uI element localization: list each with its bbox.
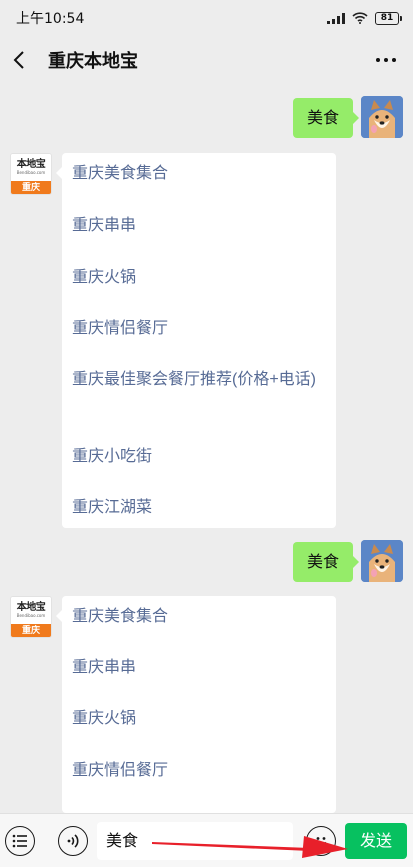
battery-icon: 81 — [375, 11, 402, 25]
send-button[interactable]: 发送 — [345, 823, 407, 859]
status-bar: 上午10:54 81 — [0, 0, 413, 36]
bot-avatar[interactable]: 本地宝 Bendibao.com 重庆 — [10, 596, 52, 638]
menu-link[interactable]: 重庆小吃街 — [72, 444, 152, 469]
user-message: 美食 — [292, 96, 403, 138]
page-title: 重庆本地宝 — [48, 51, 138, 71]
user-avatar[interactable] — [361, 540, 403, 582]
status-icons: 81 — [327, 11, 402, 25]
menu-link[interactable]: 重庆情侣餐厅 — [72, 758, 168, 783]
voice-icon[interactable] — [58, 826, 88, 856]
menu-link[interactable]: 重庆最佳聚会餐厅推荐(价格+电话) — [72, 367, 330, 392]
menu-link[interactable]: 重庆美食集合 — [72, 161, 168, 186]
bot-menu-card: 重庆美食集合 重庆串串 重庆火锅 重庆情侣餐厅 重庆最佳聚会餐厅推荐(价格+电话… — [56, 153, 336, 528]
bendibao-logo: 本地宝 Bendibao.com — [11, 154, 51, 181]
more-icon[interactable] — [371, 46, 401, 74]
menu-link[interactable]: 重庆美食集合 — [72, 604, 168, 629]
menu-link[interactable]: 重庆串串 — [72, 213, 136, 238]
logo-name: 本地宝 — [16, 602, 46, 613]
menu-link[interactable]: 重庆串串 — [72, 655, 136, 680]
red-arrow-annotation — [152, 836, 348, 858]
status-time: 上午10:54 — [16, 11, 85, 27]
bot-avatar[interactable]: 本地宝 Bendibao.com 重庆 — [10, 153, 52, 195]
battery-level: 81 — [380, 12, 394, 23]
logo-city: 重庆 — [11, 624, 51, 637]
menu-link[interactable]: 重庆火锅 — [72, 265, 136, 290]
user-avatar[interactable] — [361, 96, 403, 138]
logo-url: Bendibao.com — [16, 613, 46, 618]
menu-link[interactable]: 重庆火锅 — [72, 706, 136, 731]
back-icon[interactable] — [12, 46, 34, 74]
menu-toggle-icon[interactable] — [5, 826, 35, 856]
user-bubble[interactable]: 美食 — [292, 98, 360, 138]
bendibao-logo: 本地宝 Bendibao.com — [11, 597, 51, 624]
user-bubble[interactable]: 美食 — [292, 542, 360, 582]
menu-link[interactable]: 重庆情侣餐厅 — [72, 316, 168, 341]
wifi-icon — [352, 12, 368, 24]
user-message: 美食 — [292, 540, 403, 582]
menu-link[interactable]: 重庆江湖菜 — [72, 495, 152, 520]
title-bar: 重庆本地宝 — [0, 36, 413, 84]
logo-city: 重庆 — [11, 181, 51, 194]
signal-icon — [327, 12, 345, 24]
logo-url: Bendibao.com — [16, 170, 46, 175]
logo-name: 本地宝 — [16, 159, 46, 170]
bot-menu-card: 重庆美食集合 重庆串串 重庆火锅 重庆情侣餐厅 — [56, 596, 336, 813]
